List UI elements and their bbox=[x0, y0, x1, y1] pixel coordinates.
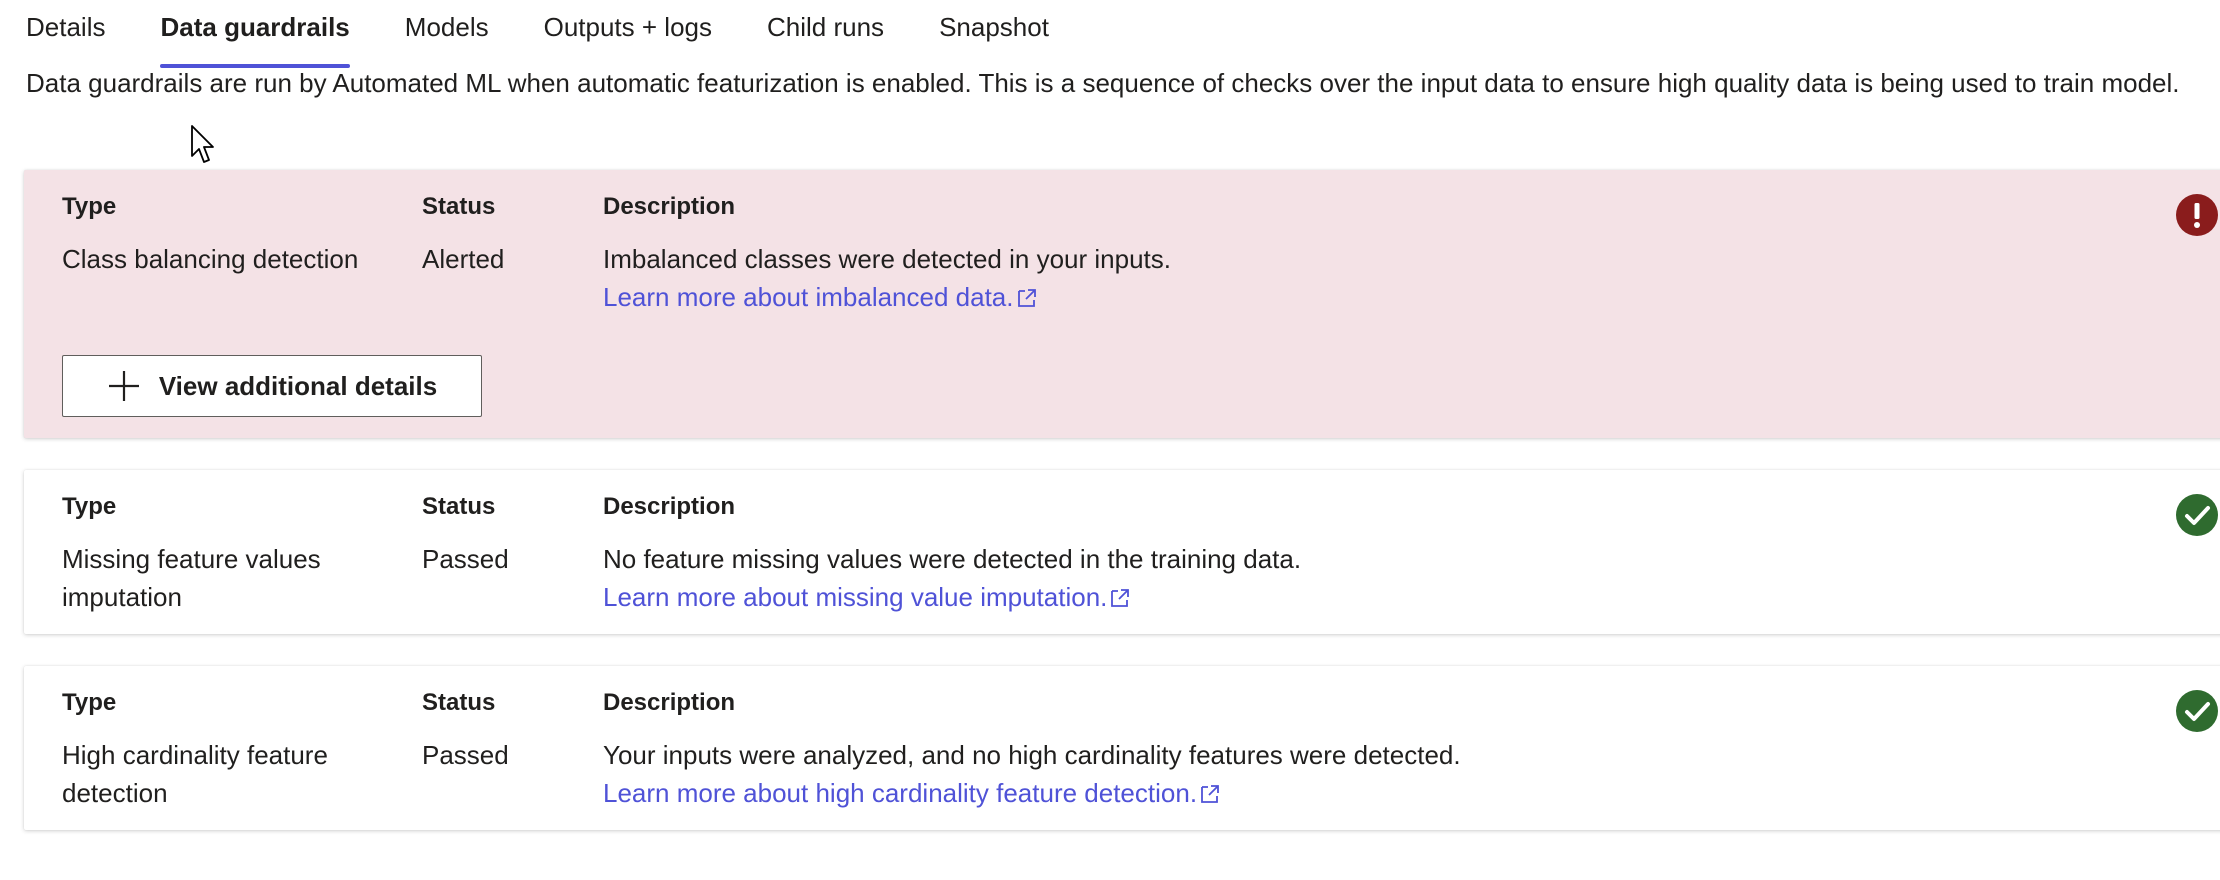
guardrail-card-missing-values: Type Status Description Missing feature … bbox=[24, 470, 2220, 634]
learn-more-link[interactable]: Learn more about imbalanced data. bbox=[603, 282, 1037, 312]
external-link-icon bbox=[1017, 280, 1037, 318]
description-header: Description bbox=[603, 689, 736, 716]
description-header: Description bbox=[603, 493, 736, 520]
status-header: Status bbox=[422, 193, 496, 220]
view-additional-details-button[interactable]: View additional details bbox=[62, 355, 482, 417]
error-icon bbox=[2176, 194, 2218, 236]
learn-more-link-text: Learn more about imbalanced data. bbox=[603, 282, 1014, 312]
learn-more-link[interactable]: Learn more about missing value imputatio… bbox=[603, 582, 1130, 612]
checkmark-icon bbox=[2176, 690, 2218, 732]
tab-models[interactable]: Models bbox=[405, 0, 489, 68]
learn-more-link-text: Learn more about missing value imputatio… bbox=[603, 582, 1108, 612]
guardrail-type: High cardinality feature detection bbox=[62, 740, 328, 808]
tab-data-guardrails[interactable]: Data guardrails bbox=[160, 0, 351, 68]
guardrail-description: Imbalanced classes were detected in your… bbox=[603, 240, 2103, 318]
learn-more-link[interactable]: Learn more about high cardinality featur… bbox=[603, 778, 1220, 808]
guardrail-card-class-balancing: Type Status Description Class balancing … bbox=[24, 170, 2220, 438]
guardrail-type: Class balancing detection bbox=[62, 244, 359, 274]
external-link-icon bbox=[1200, 776, 1220, 814]
status-header: Status bbox=[422, 689, 496, 716]
tab-details[interactable]: Details bbox=[26, 0, 105, 68]
tab-bar: Details Data guardrails Models Outputs +… bbox=[26, 0, 1104, 68]
mouse-pointer-icon bbox=[190, 124, 216, 171]
description-header: Description bbox=[603, 193, 736, 220]
description-text: Imbalanced classes were detected in your… bbox=[603, 244, 1171, 274]
status-header: Status bbox=[422, 493, 496, 520]
guardrail-description: Your inputs were analyzed, and no high c… bbox=[603, 736, 2103, 814]
checkmark-icon bbox=[2176, 494, 2218, 536]
type-header: Type bbox=[62, 193, 117, 220]
external-link-icon bbox=[1110, 580, 1130, 618]
guardrail-card-high-cardinality: Type Status Description High cardinality… bbox=[24, 666, 2220, 830]
tab-snapshot[interactable]: Snapshot bbox=[939, 0, 1049, 68]
guardrail-description: No feature missing values were detected … bbox=[603, 540, 2103, 618]
data-guardrails-page: Details Data guardrails Models Outputs +… bbox=[0, 0, 2220, 880]
tab-outputs-logs[interactable]: Outputs + logs bbox=[544, 0, 712, 68]
description-text: Your inputs were analyzed, and no high c… bbox=[603, 740, 1461, 770]
type-header: Type bbox=[62, 689, 117, 716]
guardrail-type: Missing feature values imputation bbox=[62, 544, 321, 612]
view-additional-details-label: View additional details bbox=[158, 370, 438, 401]
intro-text: Data guardrails are run by Automated ML … bbox=[26, 68, 2180, 98]
guardrail-status: Alerted bbox=[422, 244, 505, 274]
description-text: No feature missing values were detected … bbox=[603, 544, 1302, 574]
plus-icon bbox=[107, 369, 141, 403]
learn-more-link-text: Learn more about high cardinality featur… bbox=[603, 778, 1198, 808]
guardrail-status: Passed bbox=[422, 740, 509, 770]
tab-child-runs[interactable]: Child runs bbox=[767, 0, 884, 68]
guardrail-status: Passed bbox=[422, 544, 509, 574]
type-header: Type bbox=[62, 493, 117, 520]
